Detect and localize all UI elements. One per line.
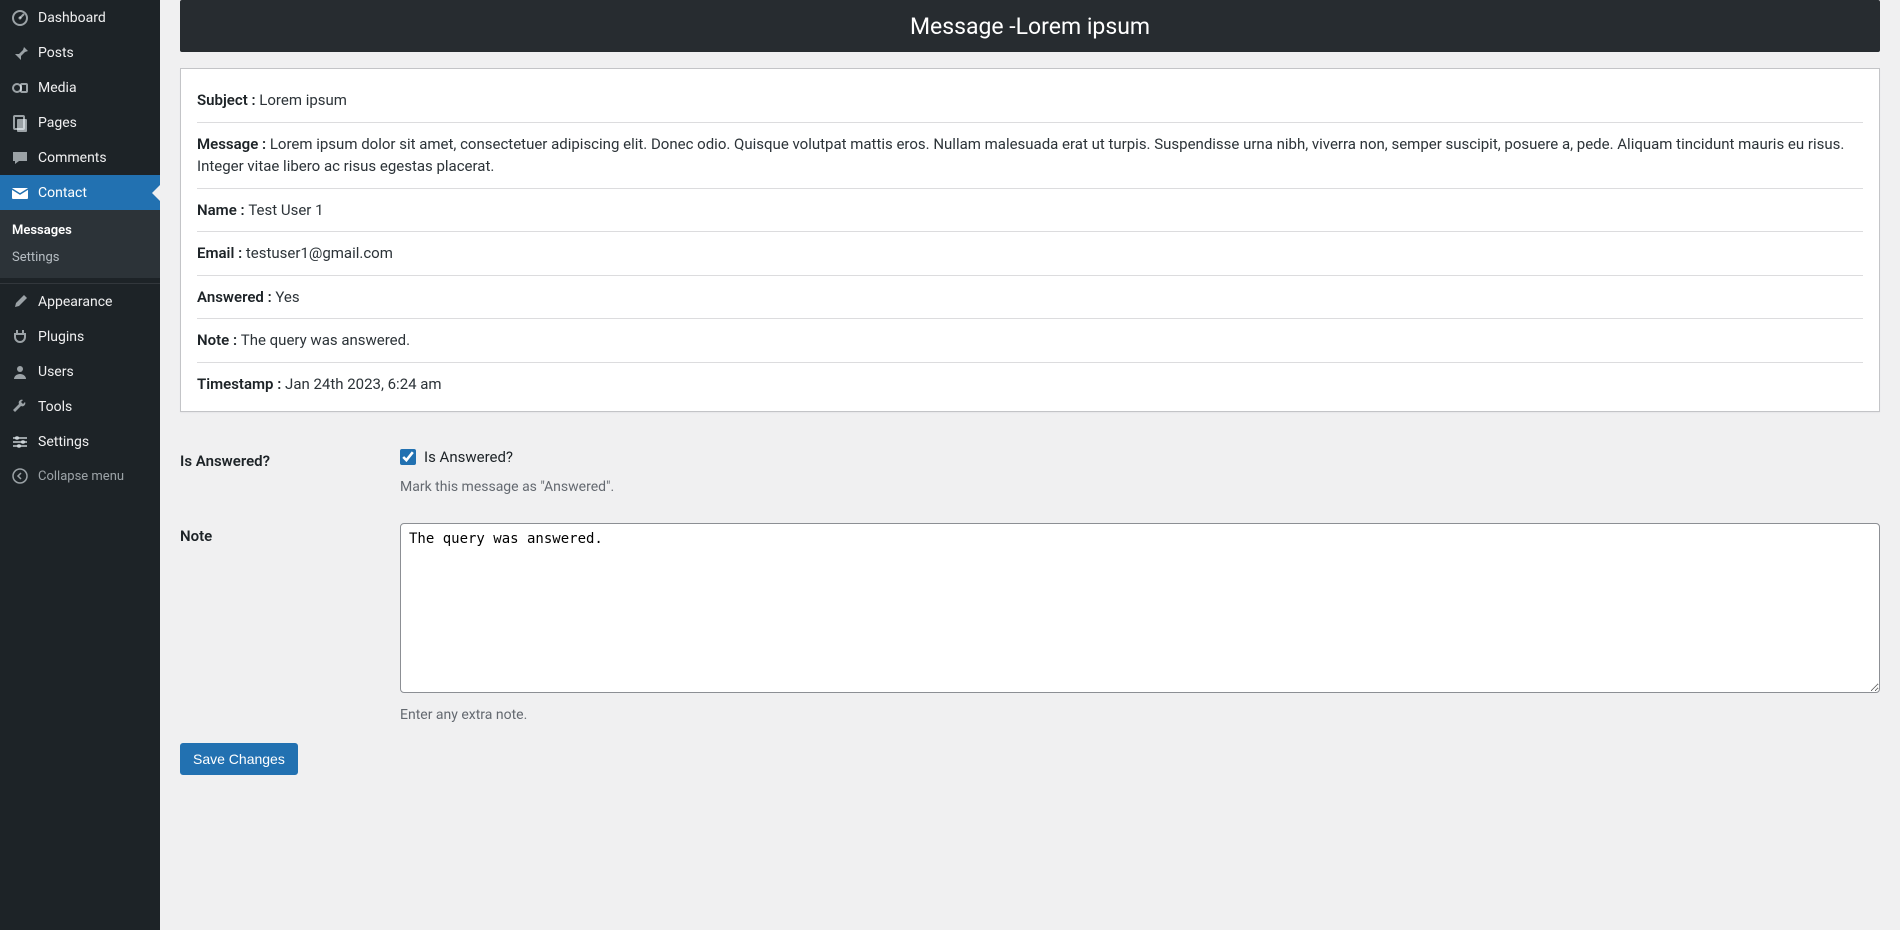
- detail-email-label: Email :: [197, 244, 246, 262]
- sidebar-item-label: Pages: [38, 115, 77, 131]
- collapse-menu[interactable]: Collapse menu: [0, 459, 160, 493]
- note-textarea[interactable]: [400, 523, 1880, 693]
- sidebar-item-label: Dashboard: [38, 10, 106, 26]
- media-icon: [10, 78, 30, 98]
- pages-icon: [10, 113, 30, 133]
- detail-name: Name : Test User 1: [197, 189, 1863, 233]
- sidebar-submenu-contact: Messages Settings: [0, 210, 160, 278]
- admin-sidebar: Dashboard Posts Media Pages Comments: [0, 0, 160, 930]
- detail-subject: Subject : Lorem ipsum: [197, 79, 1863, 123]
- detail-note-label: Note :: [197, 331, 241, 349]
- envelope-icon: [10, 183, 30, 203]
- is-answered-label[interactable]: Is Answered?: [400, 448, 513, 466]
- detail-subject-label: Subject :: [197, 91, 259, 109]
- sidebar-item-appearance[interactable]: Appearance: [0, 284, 160, 319]
- is-answered-heading: Is Answered?: [180, 434, 400, 509]
- sidebar-item-media[interactable]: Media: [0, 70, 160, 105]
- sidebar-item-label: Posts: [38, 45, 74, 61]
- detail-message-value: Lorem ipsum dolor sit amet, consectetuer…: [197, 135, 1844, 176]
- detail-message-label: Message :: [197, 135, 270, 153]
- wrench-icon: [10, 397, 30, 417]
- edit-form: Is Answered? Is Answered? Mark this mess…: [180, 434, 1880, 737]
- sidebar-item-label: Plugins: [38, 329, 84, 345]
- detail-timestamp-value: Jan 24th 2023, 6:24 am: [285, 375, 442, 393]
- sidebar-item-label: Media: [38, 80, 77, 96]
- sidebar-subitem-settings[interactable]: Settings: [0, 244, 160, 271]
- message-detail-card: Subject : Lorem ipsum Message : Lorem ip…: [180, 68, 1880, 412]
- comments-icon: [10, 148, 30, 168]
- is-answered-checkbox-text: Is Answered?: [424, 448, 513, 466]
- brush-icon: [10, 292, 30, 312]
- detail-timestamp: Timestamp : Jan 24th 2023, 6:24 am: [197, 363, 1863, 406]
- detail-answered: Answered : Yes: [197, 276, 1863, 320]
- detail-answered-value: Yes: [275, 288, 299, 306]
- sidebar-item-contact[interactable]: Contact: [0, 175, 160, 210]
- save-changes-button[interactable]: Save Changes: [180, 743, 298, 775]
- detail-subject-value: Lorem ipsum: [259, 91, 347, 109]
- pin-icon: [10, 43, 30, 63]
- detail-message: Message : Lorem ipsum dolor sit amet, co…: [197, 123, 1863, 189]
- collapse-label: Collapse menu: [38, 469, 124, 484]
- detail-email: Email : testuser1@gmail.com: [197, 232, 1863, 276]
- is-answered-checkbox[interactable]: [400, 449, 416, 465]
- page-title-prefix: Message -: [910, 13, 1016, 40]
- sidebar-item-users[interactable]: Users: [0, 354, 160, 389]
- sidebar-item-dashboard[interactable]: Dashboard: [0, 0, 160, 35]
- detail-timestamp-label: Timestamp :: [197, 375, 285, 393]
- note-help: Enter any extra note.: [400, 707, 1880, 723]
- sliders-icon: [10, 432, 30, 452]
- collapse-icon: [10, 466, 30, 486]
- sidebar-item-plugins[interactable]: Plugins: [0, 319, 160, 354]
- sidebar-subitem-messages[interactable]: Messages: [0, 217, 160, 244]
- user-icon: [10, 362, 30, 382]
- sidebar-item-label: Users: [38, 364, 74, 380]
- sidebar-item-pages[interactable]: Pages: [0, 105, 160, 140]
- sidebar-item-label: Appearance: [38, 294, 112, 310]
- sidebar-item-posts[interactable]: Posts: [0, 35, 160, 70]
- detail-email-value: testuser1@gmail.com: [246, 244, 393, 262]
- dashboard-icon: [10, 8, 30, 28]
- detail-name-label: Name :: [197, 201, 248, 219]
- detail-note: Note : The query was answered.: [197, 319, 1863, 363]
- page-title-bar: Message - Lorem ipsum: [180, 0, 1880, 52]
- is-answered-help: Mark this message as "Answered".: [400, 479, 1880, 495]
- page-title-subject: Lorem ipsum: [1016, 13, 1150, 40]
- note-heading: Note: [180, 509, 400, 737]
- sidebar-item-comments[interactable]: Comments: [0, 140, 160, 175]
- sidebar-item-label: Tools: [38, 399, 72, 415]
- sidebar-item-label: Contact: [38, 185, 87, 201]
- detail-name-value: Test User 1: [248, 201, 323, 219]
- detail-note-value: The query was answered.: [241, 331, 410, 349]
- sidebar-item-label: Comments: [38, 150, 107, 166]
- sidebar-item-tools[interactable]: Tools: [0, 389, 160, 424]
- sidebar-item-settings[interactable]: Settings: [0, 424, 160, 459]
- main-content: Message - Lorem ipsum Subject : Lorem ip…: [160, 0, 1900, 930]
- plug-icon: [10, 327, 30, 347]
- sidebar-item-label: Settings: [38, 434, 89, 450]
- detail-answered-label: Answered :: [197, 288, 275, 306]
